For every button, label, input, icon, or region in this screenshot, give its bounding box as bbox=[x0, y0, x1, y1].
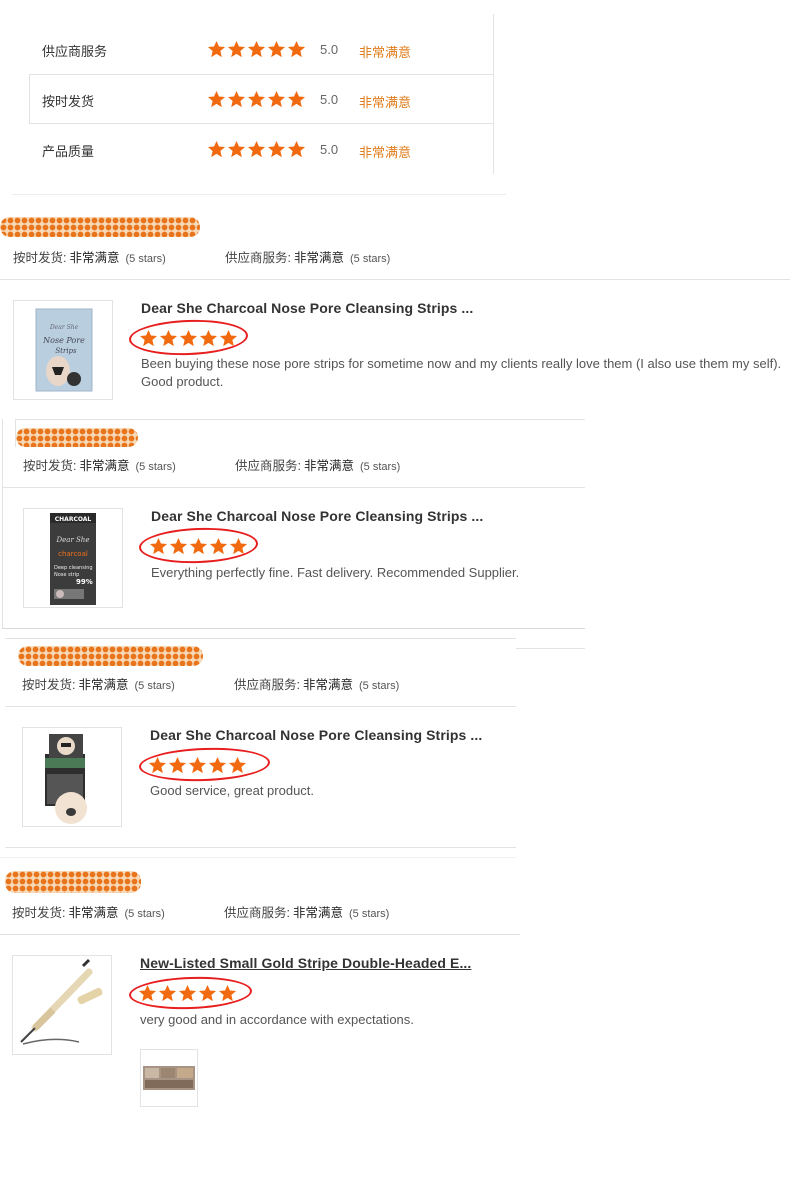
star-icon bbox=[227, 40, 246, 58]
service-rating: 供应商服务: 非常满意 (5 stars) bbox=[224, 906, 390, 920]
rating-label-supplier-service: 供应商服务 bbox=[42, 44, 108, 59]
product-title[interactable]: Dear She Charcoal Nose Pore Cleansing St… bbox=[150, 727, 482, 743]
thumb-brand-text: Dear She bbox=[49, 324, 79, 331]
rating-label-on-time-delivery: 按时发货 bbox=[42, 94, 95, 109]
review-comment: Been buying these nose pore strips for s… bbox=[141, 356, 782, 389]
thumb-percent-text: 99% bbox=[76, 578, 93, 586]
thumb-brand-text: Dear She bbox=[56, 536, 90, 544]
star-icon bbox=[247, 90, 266, 108]
star-icon bbox=[287, 140, 306, 158]
product-thumbnail[interactable] bbox=[22, 727, 122, 827]
display-box-image bbox=[45, 734, 87, 824]
thumb-strips-text: Strips bbox=[55, 347, 77, 355]
service-rating: 供应商服务: 非常满意 (5 stars) bbox=[225, 251, 391, 265]
star-icon bbox=[267, 140, 286, 158]
star-icon bbox=[267, 40, 286, 58]
rating-text: 非常满意 bbox=[359, 95, 412, 110]
star-icon bbox=[227, 90, 246, 108]
thumb-charcoal-orange-text: charcoal bbox=[58, 550, 88, 558]
rating-stars bbox=[207, 140, 306, 159]
product-thumbnail[interactable]: Dear She Nose Pore Strips bbox=[13, 300, 113, 400]
hand-drawn-annotation-circle bbox=[138, 745, 271, 784]
star-icon bbox=[227, 140, 246, 158]
service-rating: 供应商服务: 非常满意 (5 stars) bbox=[235, 459, 401, 473]
nose-strip-package-image: Dear She Nose Pore Strips bbox=[35, 308, 93, 392]
eyebrow-pencil-image bbox=[20, 958, 103, 1045]
rating-score: 5.0 bbox=[320, 92, 339, 107]
product-thumbnail[interactable]: CHARCOAL Dear She charcoal Deep cleansin… bbox=[23, 508, 123, 608]
redacted-username bbox=[18, 646, 203, 666]
star-icon bbox=[287, 40, 306, 58]
thumb-product-text: Nose Pore bbox=[42, 336, 85, 345]
star-icon bbox=[207, 140, 226, 158]
review-comment: Good service, great product. bbox=[150, 783, 315, 798]
hand-drawn-annotation-circle bbox=[128, 317, 249, 358]
review-comment: very good and in accordance with expecta… bbox=[140, 1012, 414, 1027]
review-comment: Everything perfectly fine. Fast delivery… bbox=[151, 565, 520, 580]
rating-score: 5.0 bbox=[320, 42, 339, 57]
product-title[interactable]: Dear She Charcoal Nose Pore Cleansing St… bbox=[141, 300, 473, 316]
star-icon bbox=[247, 40, 266, 58]
review-photo-thumbnail[interactable] bbox=[140, 1049, 198, 1107]
rating-stars bbox=[207, 90, 306, 109]
hand-drawn-annotation-circle bbox=[138, 525, 259, 566]
hand-drawn-annotation-circle bbox=[128, 974, 253, 1012]
star-icon bbox=[267, 90, 286, 108]
rating-stars bbox=[207, 40, 306, 59]
redacted-username bbox=[0, 217, 200, 237]
star-icon bbox=[247, 140, 266, 158]
service-rating: 供应商服务: 非常满意 (5 stars) bbox=[234, 678, 400, 692]
shipping-rating: 按时发货: 非常满意 (5 stars) bbox=[23, 459, 176, 473]
shipping-rating: 按时发货: 非常满意 (5 stars) bbox=[13, 251, 166, 265]
rating-text: 非常满意 bbox=[359, 145, 412, 160]
star-icon bbox=[207, 40, 226, 58]
redacted-username bbox=[16, 428, 138, 447]
rating-label-product-quality: 产品质量 bbox=[42, 144, 95, 159]
shipping-rating: 按时发货: 非常满意 (5 stars) bbox=[22, 678, 175, 692]
product-thumbnail[interactable] bbox=[12, 955, 112, 1055]
thumb-deep-cleansing-text: Deep cleansing bbox=[54, 565, 93, 571]
rating-text: 非常满意 bbox=[359, 45, 412, 60]
rating-score: 5.0 bbox=[320, 142, 339, 157]
thumb-charcoal-text: CHARCOAL bbox=[55, 516, 92, 523]
star-icon bbox=[287, 90, 306, 108]
charcoal-strip-box-image: CHARCOAL Dear She charcoal Deep cleansin… bbox=[50, 513, 96, 605]
star-icon bbox=[207, 90, 226, 108]
redacted-username bbox=[5, 871, 141, 893]
product-title[interactable]: Dear She Charcoal Nose Pore Cleansing St… bbox=[151, 508, 483, 524]
product-title-link[interactable]: New-Listed Small Gold Stripe Double-Head… bbox=[140, 955, 471, 971]
shipping-rating: 按时发货: 非常满意 (5 stars) bbox=[12, 906, 165, 920]
review-photo-image bbox=[143, 1066, 195, 1090]
